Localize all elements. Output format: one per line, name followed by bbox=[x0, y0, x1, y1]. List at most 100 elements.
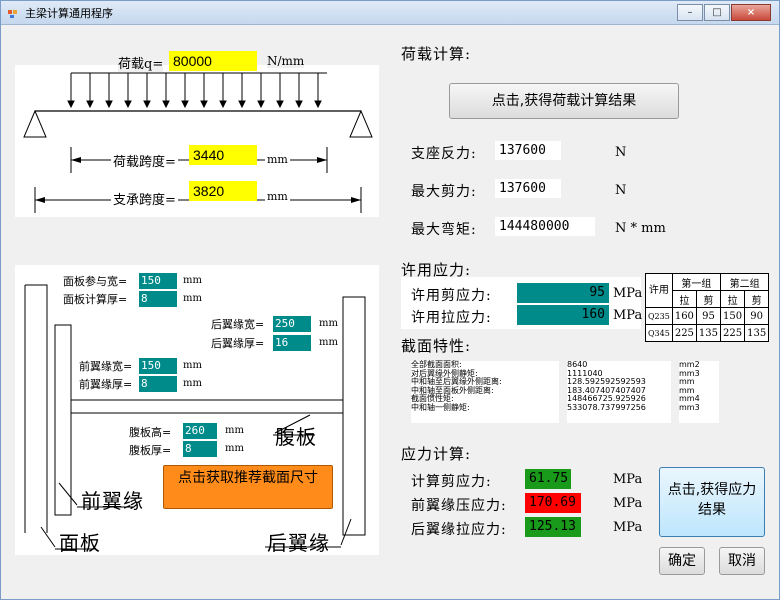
table-cell: 90 bbox=[744, 307, 770, 325]
allowable-tension-label: 许用拉应力: bbox=[411, 310, 492, 326]
table-sub: 剪 bbox=[695, 290, 722, 308]
table-cell: 150 bbox=[720, 307, 746, 325]
load-input[interactable]: 80000 bbox=[169, 51, 257, 71]
front-width-input[interactable]: 150 bbox=[139, 358, 177, 374]
front-width-label: 前翼缘宽= bbox=[79, 360, 133, 373]
table-row: Q235 160 95 150 90 bbox=[645, 307, 770, 325]
load-span-input[interactable]: 3440 bbox=[189, 145, 257, 165]
load-arrows bbox=[67, 73, 322, 109]
front-stress-label: 前翼缘压应力: bbox=[411, 498, 507, 514]
front-thick-input[interactable]: 8 bbox=[139, 376, 177, 392]
calc-shear-value: 61.75 bbox=[525, 469, 571, 489]
load-span-label: 荷载跨度= bbox=[111, 151, 178, 170]
panel-text: 面板 bbox=[59, 531, 101, 555]
load-calc-button[interactable]: 点击,获得荷载计算结果 bbox=[449, 83, 679, 119]
panel-ref-width-label: 面板参与宽= bbox=[63, 275, 128, 288]
table-sub: 拉 bbox=[720, 290, 746, 308]
max-shear-unit: N bbox=[615, 183, 627, 198]
close-button[interactable]: × bbox=[731, 4, 771, 21]
table-cell: 95 bbox=[695, 307, 722, 325]
max-moment-unit: N * mm bbox=[615, 221, 666, 236]
web-thick-unit: mm bbox=[223, 443, 246, 454]
stress-calc-title: 应力计算: bbox=[401, 445, 472, 463]
allowable-tension-value[interactable]: 160 bbox=[517, 305, 609, 325]
cancel-button[interactable]: 取消 bbox=[719, 547, 765, 575]
table-cell: 225 bbox=[671, 324, 697, 342]
web-thick-input[interactable]: 8 bbox=[183, 441, 217, 457]
reaction-unit: N bbox=[615, 145, 627, 160]
support-span-unit: mm bbox=[265, 190, 290, 203]
load-span-unit: mm bbox=[265, 153, 290, 166]
load-label: 荷载q= bbox=[118, 53, 164, 72]
panel-thick-label: 面板计算厚= bbox=[63, 293, 128, 306]
recommend-section-button[interactable]: 点击获取推荐截面尺寸 bbox=[163, 465, 333, 509]
panel-thick-input[interactable]: 8 bbox=[139, 291, 177, 307]
maximize-icon: □ bbox=[712, 7, 722, 18]
rear-width-label: 后翼缘宽= bbox=[211, 318, 265, 331]
front-flange-text: 前翼缘 bbox=[81, 489, 144, 513]
rear-width-unit: mm bbox=[317, 318, 340, 329]
table-group2: 第二组 bbox=[720, 273, 770, 291]
web-height-input[interactable]: 260 bbox=[183, 423, 217, 439]
web-height-unit: mm bbox=[223, 425, 246, 436]
web-text: 腹板 bbox=[275, 425, 317, 449]
front-thick-unit: mm bbox=[181, 378, 204, 389]
rear-width-input[interactable]: 250 bbox=[273, 316, 311, 332]
max-shear-value: 137600 bbox=[495, 179, 561, 198]
right-support bbox=[349, 109, 373, 138]
close-icon: × bbox=[746, 7, 756, 18]
main-window: 主梁计算通用程序 – □ × 荷载q= 80000 N/mm 荷载跨度= 344… bbox=[0, 0, 780, 600]
load-calc-button-label: 点击,获得荷载计算结果 bbox=[491, 93, 637, 109]
stress-calc-button-label: 点击,获得应力结果 bbox=[667, 482, 757, 518]
prop-label: 中和轴一侧静矩: bbox=[411, 402, 470, 412]
calc-shear-label: 计算剪应力: bbox=[411, 474, 492, 490]
panel-ref-width-input[interactable]: 150 bbox=[139, 273, 177, 289]
rear-stress-value: 125.13 bbox=[525, 517, 581, 537]
allowable-tension-unit: MPa bbox=[613, 308, 643, 323]
front-stress-value: 170.69 bbox=[525, 493, 581, 513]
allowable-shear-label: 许用剪应力: bbox=[411, 288, 492, 304]
max-shear-label: 最大剪力: bbox=[411, 184, 477, 200]
reaction-value: 137600 bbox=[495, 141, 561, 160]
section-props-values: 8640 1111040 128.592592592593 183.407407… bbox=[567, 360, 671, 423]
front-stress-unit: MPa bbox=[613, 496, 643, 511]
window-title: 主梁计算通用程序 bbox=[25, 7, 113, 20]
load-unit: N/mm bbox=[267, 54, 305, 68]
recommend-section-label: 点击获取推荐截面尺寸 bbox=[178, 470, 318, 486]
table-cell: Q345 bbox=[645, 324, 673, 342]
front-thick-label: 前翼缘厚= bbox=[79, 378, 133, 391]
minimize-icon: – bbox=[687, 7, 693, 18]
rear-stress-unit: MPa bbox=[613, 520, 643, 535]
table-cell: Q235 bbox=[645, 307, 673, 325]
support-span-label: 支承跨度= bbox=[111, 189, 178, 208]
title-bar: 主梁计算通用程序 – □ × bbox=[1, 1, 779, 25]
table-cell: 160 bbox=[671, 307, 697, 325]
ok-button[interactable]: 确定 bbox=[659, 547, 705, 575]
section-diagram bbox=[24, 284, 366, 550]
section-props-labels: 全部截面面积: 对后翼缘外侧静矩: 中和轴至后翼缘外侧距离: 中和轴至面板外侧距… bbox=[411, 360, 559, 423]
rear-thick-input[interactable]: 16 bbox=[273, 335, 311, 351]
minimize-button[interactable]: – bbox=[677, 4, 703, 21]
prop-value: 533078.737997256 bbox=[567, 402, 646, 412]
panel-thick-unit: mm bbox=[181, 293, 204, 304]
table-group1: 第一组 bbox=[671, 273, 722, 291]
rear-stress-label: 后翼缘拉应力: bbox=[411, 522, 507, 538]
allowable-shear-value[interactable]: 95 bbox=[517, 283, 609, 303]
maximize-button[interactable]: □ bbox=[704, 4, 730, 21]
allowable-shear-unit: MPa bbox=[613, 286, 643, 301]
app-icon bbox=[8, 10, 17, 18]
table-cell: 135 bbox=[744, 324, 770, 342]
table-sub: 拉 bbox=[671, 290, 697, 308]
left-support bbox=[23, 109, 47, 138]
web-height-label: 腹板高= bbox=[129, 424, 172, 440]
max-moment-value: 144480000 bbox=[495, 217, 595, 236]
stress-calc-button[interactable]: 点击,获得应力结果 bbox=[659, 467, 765, 537]
table-row: Q345 225 135 225 135 bbox=[645, 324, 770, 342]
section-props-units: mm2 mm3 mm mm mm4 mm3 bbox=[679, 360, 719, 423]
prop-unit: mm3 bbox=[679, 402, 700, 412]
reaction-label: 支座反力: bbox=[411, 146, 477, 162]
rear-flange-text: 后翼缘 bbox=[267, 531, 330, 555]
rear-thick-label: 后翼缘厚= bbox=[211, 337, 265, 350]
support-span-input[interactable]: 3820 bbox=[189, 181, 257, 201]
ok-button-label: 确定 bbox=[668, 553, 696, 569]
